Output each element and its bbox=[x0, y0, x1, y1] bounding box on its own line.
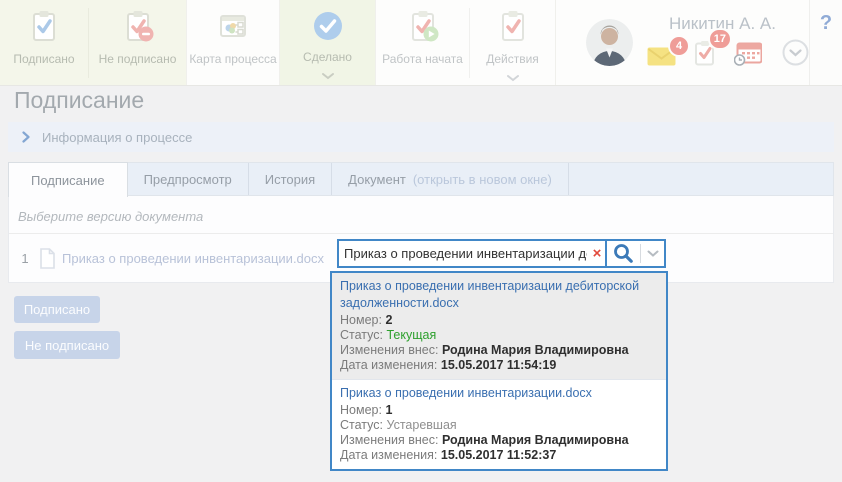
tab-label: Подписание bbox=[31, 173, 105, 188]
file-icon bbox=[39, 248, 56, 269]
version-title-link[interactable]: Приказ о проведении инвентаризации.docx bbox=[340, 385, 658, 402]
task-result-group: Подписано Не подписано bbox=[0, 0, 186, 85]
toolbar-process-map-button[interactable]: Карта процесса bbox=[187, 0, 279, 85]
number-label: Номер: bbox=[340, 313, 382, 327]
clipboard-check-blue-icon bbox=[27, 9, 61, 48]
calendar-icon[interactable] bbox=[734, 41, 762, 71]
tasks-icon[interactable]: 17 bbox=[692, 40, 718, 71]
search-icon[interactable] bbox=[607, 241, 640, 266]
screen: Подписано Не подписано bbox=[0, 0, 842, 482]
mail-icon[interactable]: 4 bbox=[647, 47, 676, 71]
toolbar-work-started-button[interactable]: Работа начата bbox=[376, 0, 469, 85]
toolbar-button-label: Действия bbox=[486, 52, 539, 66]
tab-label: Документ bbox=[348, 172, 406, 187]
process-info-label: Информация о процессе bbox=[42, 130, 192, 145]
version-option-1[interactable]: Приказ о проведении инвентаризации.docx … bbox=[332, 379, 666, 469]
not-signed-action-button[interactable]: Не подписано bbox=[14, 331, 120, 359]
version-title-link[interactable]: Приказ о проведении инвентаризации дебит… bbox=[340, 278, 658, 312]
done-group: Сделано bbox=[280, 0, 375, 85]
user-menu-chevron-icon[interactable] bbox=[782, 39, 809, 71]
clipboard-check-red-icon bbox=[496, 9, 530, 48]
chevron-right-icon bbox=[22, 131, 30, 143]
clipboard-play-icon bbox=[406, 9, 440, 48]
chevron-down-icon bbox=[506, 69, 520, 87]
version-dropdown: Приказ о проведении инвентаризации дебит… bbox=[330, 271, 668, 471]
tabstrip: Подписание Предпросмотр История Документ… bbox=[8, 162, 834, 196]
editor-label: Изменения внес: bbox=[340, 343, 438, 357]
status-label: Статус: bbox=[340, 418, 383, 432]
version-hint: Выберите версию документа bbox=[9, 196, 833, 233]
process-map-group: Карта процесса bbox=[186, 0, 280, 85]
mail-badge: 4 bbox=[668, 35, 690, 57]
toolbar-not-signed-button[interactable]: Не подписано bbox=[89, 0, 186, 85]
toolbar-actions-button[interactable]: Действия bbox=[470, 0, 555, 85]
user-zone: Никитин А. А. 4 bbox=[556, 0, 809, 85]
version-option-2[interactable]: Приказ о проведении инвентаризации дебит… bbox=[332, 273, 666, 379]
signed-action-button[interactable]: Подписано bbox=[14, 296, 100, 323]
editor-label: Изменения внес: bbox=[340, 433, 438, 447]
document-link[interactable]: Приказ о проведении инвентаризации.docx bbox=[62, 251, 324, 266]
status-value: Устаревшая bbox=[386, 418, 456, 432]
page-title: Подписание bbox=[14, 87, 144, 114]
toolbar-button-label: Сделано bbox=[303, 50, 352, 64]
number-value: 2 bbox=[385, 313, 392, 327]
date-label: Дата изменения: bbox=[340, 448, 437, 462]
toolbar-button-label: Карта процесса bbox=[189, 52, 276, 66]
toolbar-button-label: Работа начата bbox=[382, 52, 463, 66]
date-label: Дата изменения: bbox=[340, 358, 437, 372]
tab-preview[interactable]: Предпросмотр bbox=[128, 163, 249, 195]
process-map-icon bbox=[216, 9, 250, 48]
toolbar-signed-button[interactable]: Подписано bbox=[0, 0, 88, 85]
date-value: 15.05.2017 11:52:37 bbox=[441, 448, 556, 462]
help-button[interactable]: ? bbox=[820, 12, 832, 85]
tab-open-new-window-label[interactable]: (открыть в новом окне) bbox=[413, 172, 552, 187]
tasks-badge: 17 bbox=[708, 28, 732, 50]
work-actions-group: Работа начата Действия bbox=[375, 0, 556, 85]
tab-label: История bbox=[265, 172, 315, 187]
done-circle-icon bbox=[313, 11, 343, 46]
top-toolbar: Подписано Не подписано bbox=[0, 0, 842, 86]
tab-document[interactable]: Документ (открыть в новом окне) bbox=[332, 163, 569, 195]
user-info: Никитин А. А. 4 bbox=[647, 14, 809, 71]
number-value: 1 bbox=[385, 403, 392, 417]
status-value: Текущая bbox=[386, 328, 436, 342]
date-value: 15.05.2017 11:54:19 bbox=[441, 358, 556, 372]
help-zone: ? bbox=[809, 0, 842, 85]
version-combobox: × bbox=[337, 239, 666, 268]
editor-value: Родина Мария Владимировна bbox=[442, 433, 629, 447]
toolbar-done-button[interactable]: Сделано bbox=[280, 0, 375, 85]
process-info-bar[interactable]: Информация о процессе bbox=[8, 122, 834, 152]
clipboard-minus-icon bbox=[121, 9, 155, 48]
row-number: 1 bbox=[17, 251, 33, 266]
tab-label: Предпросмотр bbox=[144, 172, 232, 187]
number-label: Номер: bbox=[340, 403, 382, 417]
avatar[interactable] bbox=[586, 19, 633, 66]
editor-value: Родина Мария Владимировна bbox=[442, 343, 629, 357]
chevron-down-icon bbox=[321, 67, 335, 85]
version-search-input[interactable] bbox=[339, 241, 589, 266]
tab-signing[interactable]: Подписание bbox=[8, 162, 128, 197]
toolbar-button-label: Не подписано bbox=[99, 52, 177, 66]
combobox-chevron-icon[interactable] bbox=[641, 241, 664, 266]
toolbar-button-label: Подписано bbox=[13, 52, 74, 66]
clear-icon[interactable]: × bbox=[589, 241, 605, 266]
status-label: Статус: bbox=[340, 328, 383, 342]
tab-history[interactable]: История bbox=[249, 163, 332, 195]
notification-icons: 4 17 bbox=[647, 39, 809, 71]
